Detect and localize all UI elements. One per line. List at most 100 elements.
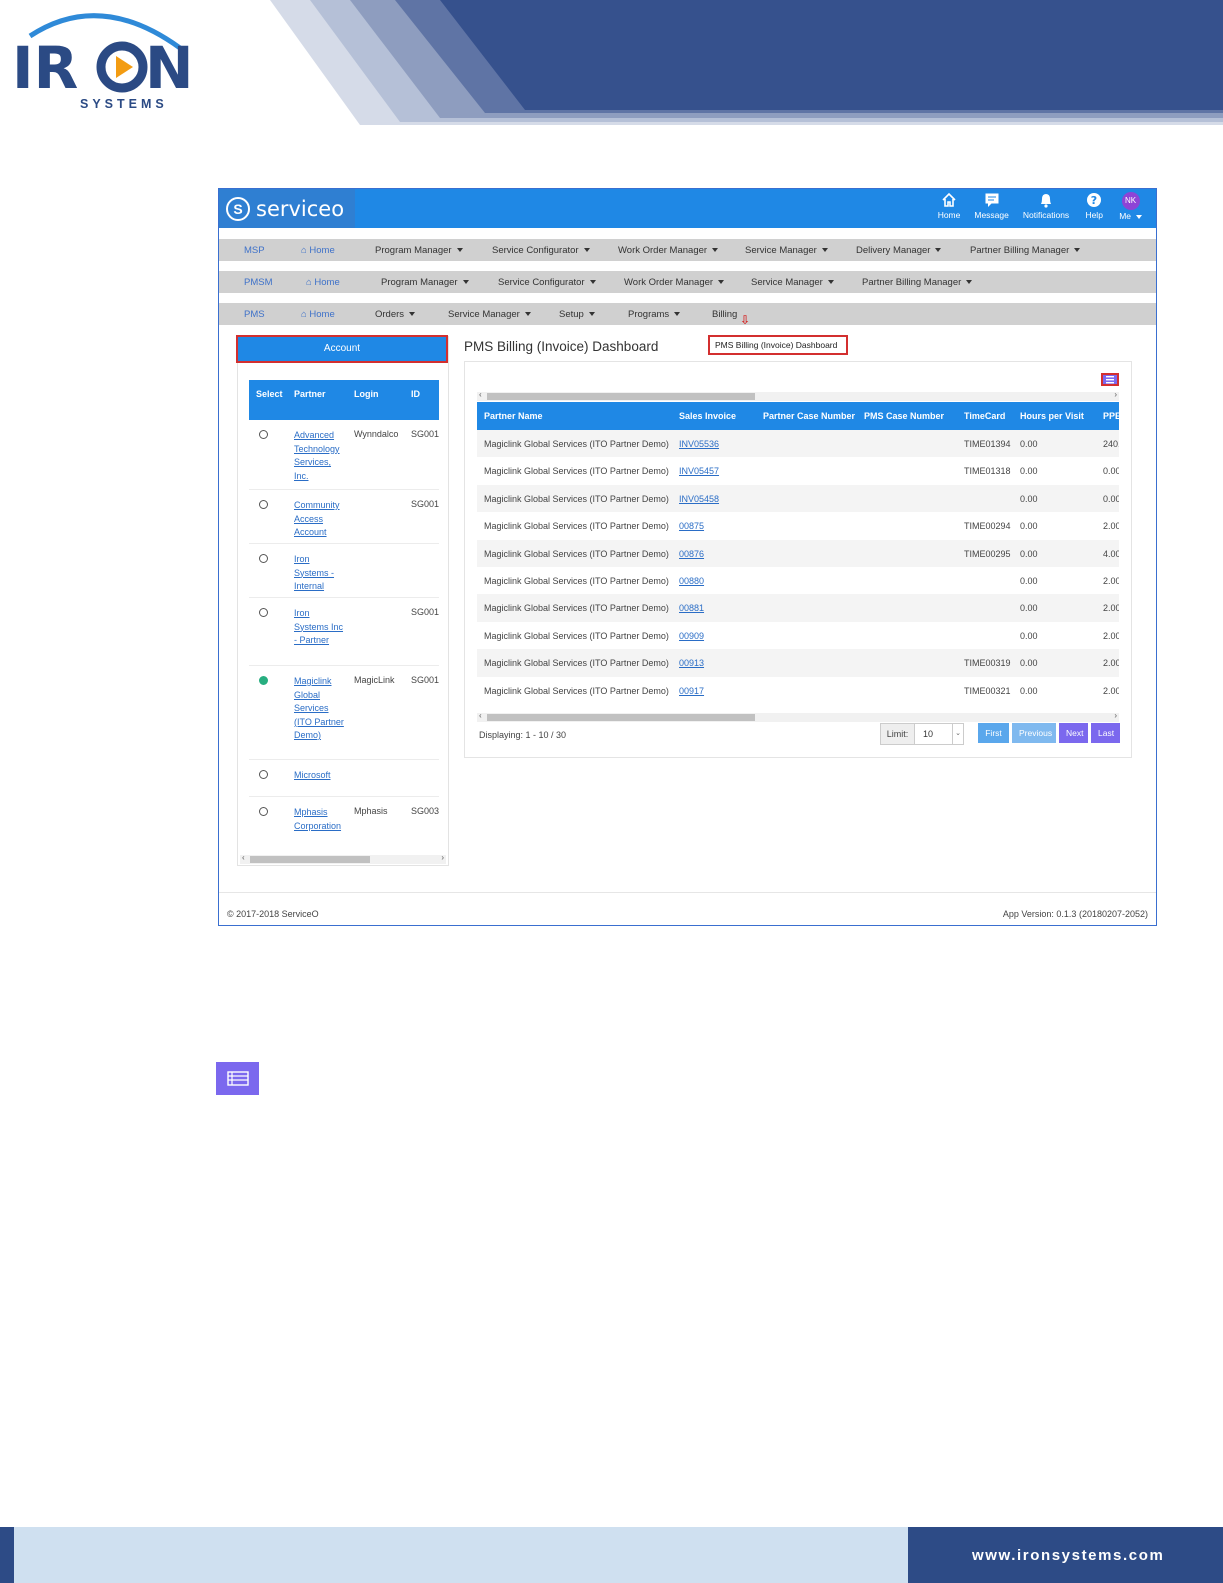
- col-partner-case-number[interactable]: Partner Case Number: [763, 411, 855, 421]
- limit-value[interactable]: 10: [915, 724, 952, 744]
- sales-invoice-link[interactable]: INV05457: [679, 466, 719, 476]
- sales-invoice-link[interactable]: 00917: [679, 686, 704, 696]
- limit-select[interactable]: Limit: 10 ⌄: [880, 723, 964, 745]
- row-select-radio[interactable]: [259, 430, 268, 439]
- app-brand[interactable]: S serviceo: [219, 189, 355, 228]
- scroll-right-icon[interactable]: ›: [1114, 711, 1117, 720]
- row-select-radio[interactable]: [259, 500, 268, 509]
- nav-msp-program-manager[interactable]: Program Manager: [375, 245, 463, 256]
- grid-top-scrollbar[interactable]: ‹ ›: [477, 390, 1119, 401]
- ppe-cell: 0.00: [1103, 493, 1119, 504]
- scroll-left-icon[interactable]: ‹: [242, 853, 245, 862]
- top-me-button[interactable]: NK Me: [1119, 192, 1142, 221]
- row-select-radio[interactable]: [259, 608, 268, 617]
- top-message-button[interactable]: Message: [974, 192, 1009, 221]
- sales-invoice-link[interactable]: 00876: [679, 549, 704, 559]
- sales-invoice-link[interactable]: 00909: [679, 631, 704, 641]
- col-partner-name[interactable]: Partner Name: [484, 411, 543, 421]
- partner-link[interactable]: Magiclink Global Services (ITO Partner D…: [294, 675, 346, 743]
- first-page-button[interactable]: First: [978, 723, 1009, 743]
- scroll-right-icon[interactable]: ›: [1114, 390, 1117, 399]
- table-row[interactable]: Magiclink Global Services (ITO Partner D…: [477, 484, 1119, 513]
- chevron-down-icon: [935, 248, 942, 253]
- sales-invoice-link[interactable]: INV05458: [679, 494, 719, 504]
- table-row[interactable]: Magiclink Global Services (ITO Partner D…: [477, 539, 1119, 567]
- partner-link[interactable]: Iron Systems - Internal: [294, 553, 346, 594]
- table-row[interactable]: Magiclink Global Services (ITO Partner D…: [477, 649, 1119, 677]
- previous-page-button[interactable]: Previous: [1012, 723, 1056, 743]
- col-hours-per-visit[interactable]: Hours per Visit: [1020, 411, 1084, 421]
- chevron-down-icon[interactable]: ⌄: [952, 724, 963, 744]
- sales-invoice-link[interactable]: 00880: [679, 576, 704, 586]
- nav-pms-programs[interactable]: Programs: [628, 309, 681, 320]
- col-partner[interactable]: Partner: [294, 389, 326, 399]
- nav-pmsm-home[interactable]: ⌂ Home: [306, 277, 340, 288]
- nav-pms-service-manager[interactable]: Service Manager: [448, 309, 531, 320]
- row-select-radio[interactable]: [259, 554, 268, 563]
- nav-pmsm-partner-billing-manager[interactable]: Partner Billing Manager: [862, 277, 973, 288]
- nav-msp-service-manager[interactable]: Service Manager: [745, 245, 828, 256]
- document-header: IR N SYSTEMS: [0, 0, 1223, 125]
- scroll-left-icon[interactable]: ‹: [479, 711, 482, 720]
- table-row[interactable]: Magiclink Global Services (ITO Partner D…: [477, 622, 1119, 649]
- scroll-right-icon[interactable]: ›: [441, 853, 444, 862]
- scrollbar-thumb[interactable]: [250, 856, 370, 863]
- billing-dashboard-menu-item[interactable]: PMS Billing (Invoice) Dashboard: [708, 335, 848, 355]
- nav-pmsm-program-manager[interactable]: Program Manager: [381, 277, 469, 288]
- top-help-button[interactable]: ? Help: [1083, 192, 1105, 221]
- partner-link[interactable]: Mphasis Corporation: [294, 806, 346, 833]
- scrollbar-thumb[interactable]: [487, 714, 755, 721]
- col-id[interactable]: ID: [411, 389, 420, 399]
- nav-pmsm-work-order-manager[interactable]: Work Order Manager: [624, 277, 725, 288]
- sales-invoice-link[interactable]: 00881: [679, 603, 704, 613]
- partner-link[interactable]: Iron Systems Inc - Partner: [294, 607, 346, 648]
- nav-pmsm-tag[interactable]: PMSM: [244, 277, 273, 288]
- nav-pmsm-service-manager[interactable]: Service Manager: [751, 277, 834, 288]
- col-pms-case-number[interactable]: PMS Case Number: [864, 411, 944, 421]
- next-page-button[interactable]: Next: [1059, 723, 1088, 743]
- table-row[interactable]: Magiclink Global Services (ITO Partner D…: [477, 430, 1119, 458]
- ppe-cell: 0.00: [1103, 466, 1119, 477]
- sales-invoice-link[interactable]: 00875: [679, 521, 704, 531]
- grid-bottom-scrollbar[interactable]: ‹ ›: [477, 711, 1119, 722]
- col-login[interactable]: Login: [354, 389, 379, 399]
- nav-pmsm-service-configurator[interactable]: Service Configurator: [498, 277, 596, 288]
- nav-msp-home[interactable]: ⌂ Home: [301, 245, 335, 256]
- row-select-radio-selected[interactable]: [259, 676, 268, 685]
- partner-link[interactable]: Community Access Account: [294, 499, 346, 540]
- nav-msp-work-order-manager[interactable]: Work Order Manager: [618, 245, 719, 256]
- table-row[interactable]: Magiclink Global Services (ITO Partner D…: [477, 594, 1119, 622]
- table-row[interactable]: Magiclink Global Services (ITO Partner D…: [477, 457, 1119, 484]
- table-row[interactable]: Magiclink Global Services (ITO Partner D…: [477, 677, 1119, 704]
- col-select[interactable]: Select: [256, 389, 283, 399]
- top-home-button[interactable]: Home: [938, 192, 960, 221]
- nav-msp-partner-billing-manager[interactable]: Partner Billing Manager: [970, 245, 1081, 256]
- account-header[interactable]: Account: [236, 335, 448, 363]
- sales-invoice-link[interactable]: 00913: [679, 658, 704, 668]
- nav-msp-tag[interactable]: MSP: [244, 245, 265, 256]
- list-view-button[interactable]: [1101, 373, 1119, 386]
- nav-msp-delivery-manager[interactable]: Delivery Manager: [856, 245, 942, 256]
- sales-invoice-link[interactable]: INV05536: [679, 439, 719, 449]
- col-sales-invoice[interactable]: Sales Invoice: [679, 411, 736, 421]
- col-timecard[interactable]: TimeCard: [964, 411, 1005, 421]
- chevron-down-icon: [718, 280, 725, 285]
- partner-link[interactable]: Microsoft: [294, 769, 374, 783]
- nav-pms-orders[interactable]: Orders: [375, 309, 416, 320]
- nav-pms-setup[interactable]: Setup: [559, 309, 595, 320]
- table-row[interactable]: Magiclink Global Services (ITO Partner D…: [477, 567, 1119, 594]
- row-select-radio[interactable]: [259, 770, 268, 779]
- partner-link[interactable]: Advanced Technology Services, Inc.: [294, 429, 346, 483]
- account-horizontal-scrollbar[interactable]: ‹ ›: [240, 853, 446, 864]
- nav-msp-service-configurator[interactable]: Service Configurator: [492, 245, 590, 256]
- scrollbar-thumb[interactable]: [487, 393, 755, 400]
- last-page-button[interactable]: Last: [1091, 723, 1120, 743]
- nav-pms-home[interactable]: ⌂ Home: [301, 309, 335, 320]
- table-row[interactable]: Magiclink Global Services (ITO Partner D…: [477, 512, 1119, 539]
- col-ppe[interactable]: PPE: [1103, 411, 1119, 421]
- scroll-left-icon[interactable]: ‹: [479, 390, 482, 399]
- nav-pms-billing[interactable]: Billing: [712, 309, 737, 320]
- top-notifications-button[interactable]: Notifications: [1023, 192, 1069, 221]
- row-select-radio[interactable]: [259, 807, 268, 816]
- nav-pms-tag[interactable]: PMS: [244, 309, 265, 320]
